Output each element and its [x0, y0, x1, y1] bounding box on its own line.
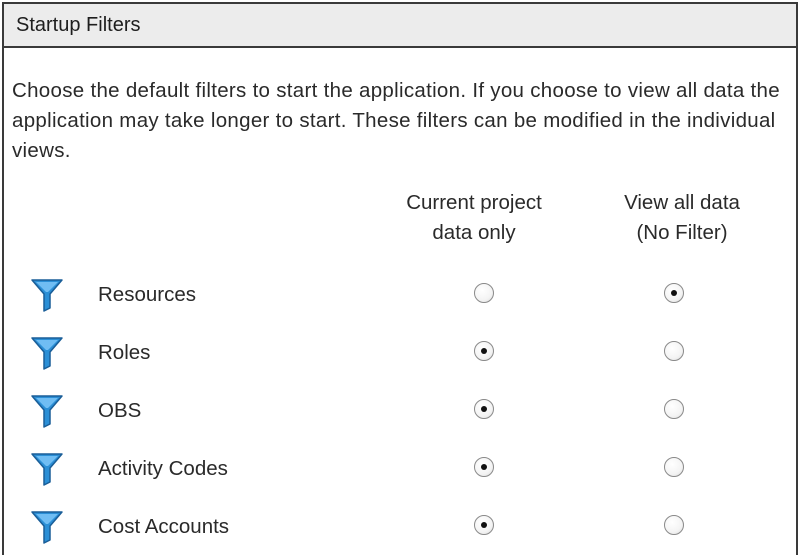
radio-current-project[interactable] [474, 515, 494, 535]
radio-view-all-data[interactable] [664, 457, 684, 477]
radio-view-all-data[interactable] [664, 341, 684, 361]
filter-row: Roles [4, 325, 796, 383]
filter-funnel-icon [30, 335, 64, 371]
filter-row: Cost Accounts [4, 499, 796, 557]
startup-filters-panel: Startup Filters Choose the default filte… [2, 2, 798, 555]
column-header-view-all: View all data (No Filter) [582, 188, 782, 248]
filter-row: OBS [4, 383, 796, 441]
filter-row-label: Activity Codes [98, 457, 228, 480]
filter-funnel-icon [30, 277, 64, 313]
radio-current-project[interactable] [474, 457, 494, 477]
filter-row-label: Roles [98, 341, 151, 364]
radio-view-all-data[interactable] [664, 283, 684, 303]
radio-view-all-data[interactable] [664, 515, 684, 535]
filter-row: Resources [4, 267, 796, 325]
filter-row-label: Resources [98, 283, 196, 306]
column-header-current-project: Current project data only [374, 188, 574, 248]
panel-description: Choose the default filters to start the … [12, 79, 780, 162]
panel-title: Startup Filters [16, 14, 141, 36]
radio-current-project[interactable] [474, 341, 494, 361]
filter-funnel-icon [30, 393, 64, 429]
column-header-current-line2: data only [432, 221, 516, 244]
column-header-all-line1: View all data [624, 191, 740, 214]
radio-view-all-data[interactable] [664, 399, 684, 419]
column-header-current-line1: Current project [406, 191, 542, 214]
column-header-all-line2: (No Filter) [636, 221, 728, 244]
panel-titlebar: Startup Filters [4, 4, 796, 48]
filter-funnel-icon [30, 509, 64, 545]
filter-funnel-icon [30, 451, 64, 487]
filter-row: Activity Codes [4, 441, 796, 499]
radio-current-project[interactable] [474, 399, 494, 419]
radio-current-project[interactable] [474, 283, 494, 303]
filter-row-label: OBS [98, 399, 142, 422]
filter-row-label: Cost Accounts [98, 515, 230, 538]
